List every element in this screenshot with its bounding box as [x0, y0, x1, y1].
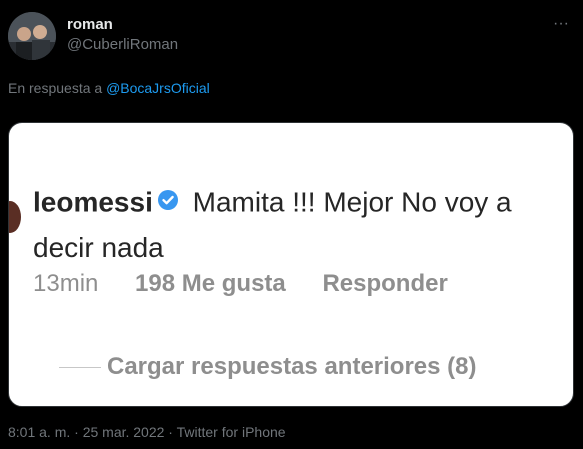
- comment-time: 13min: [33, 270, 99, 297]
- author-handle[interactable]: @CuberliRoman: [67, 36, 178, 53]
- more-horizontal-icon: ···: [553, 15, 569, 32]
- comment-text-block: leomessi Mamita !!! Mejor No voy a decir…: [33, 181, 573, 269]
- reply-context: En respuesta a @BocaJrsOficial: [8, 80, 210, 96]
- load-more-divider: [59, 367, 101, 368]
- tweet-timestamp[interactable]: 8:01 a. m. · 25 mar. 2022 · Twitter for …: [8, 424, 286, 440]
- reply-mention-link[interactable]: @BocaJrsOficial: [106, 80, 210, 96]
- more-options-button[interactable]: ···: [551, 14, 571, 34]
- comment-meta: 13min 198 Me gusta Responder: [33, 270, 478, 298]
- verified-badge-icon: [157, 181, 179, 223]
- tweet-image[interactable]: leomessi Mamita !!! Mejor No voy a decir…: [8, 122, 574, 407]
- avatar-photo: [8, 12, 56, 60]
- load-more-replies: Cargar respuestas anteriores (8): [107, 353, 477, 380]
- commenter-avatar-edge: [9, 201, 21, 233]
- comment-reply-label: Responder: [322, 270, 448, 297]
- comment-likes: 198 Me gusta: [135, 270, 286, 297]
- author-display-name[interactable]: roman: [67, 16, 113, 33]
- reply-prefix: En respuesta a: [8, 80, 107, 96]
- avatar[interactable]: [8, 12, 56, 60]
- comment-username: leomessi: [33, 186, 153, 218]
